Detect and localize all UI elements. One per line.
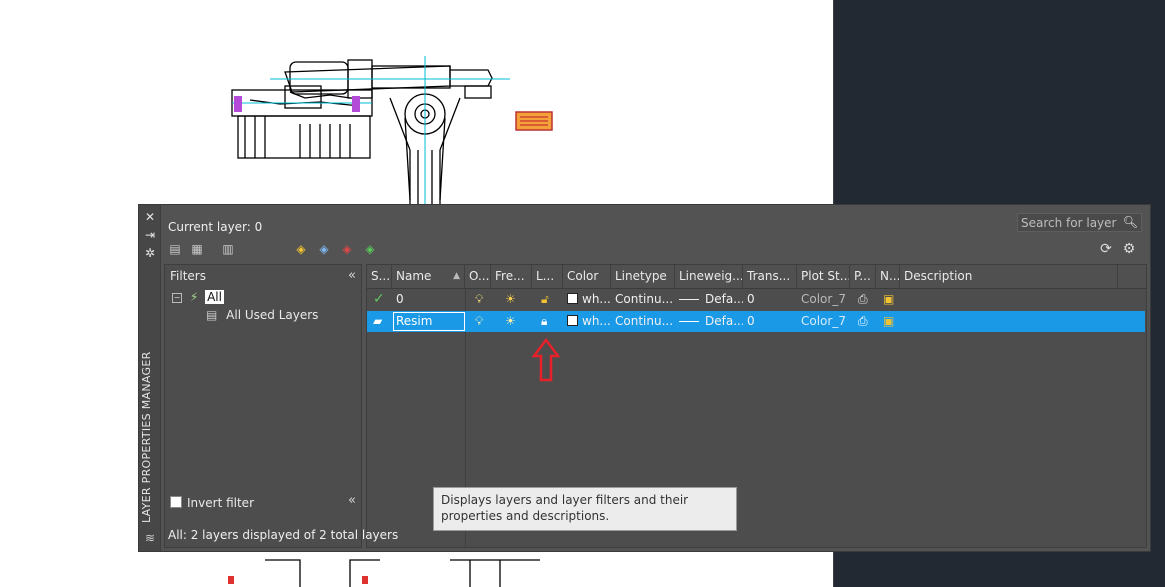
filter-tree: − ⚡︎ All ▤ All Used Layers (165, 287, 361, 487)
col-linetype[interactable]: Linetype (611, 265, 675, 288)
layer-row-0[interactable]: ✓ 0 💡︎ ☀ 🔓︎ wh... Continu... Defa... 0 C… (367, 289, 1145, 310)
lineweight-value: Defa... (705, 314, 743, 328)
unlocked-icon[interactable]: 🔓︎ (537, 289, 561, 310)
layer-status-icon: ▰ (373, 314, 383, 328)
on-bulb-icon[interactable]: 💡︎ (471, 311, 491, 332)
col-name[interactable]: Name ▲ (392, 265, 465, 288)
palette-title: LAYER PROPERTIES MANAGER (140, 351, 153, 523)
layer-states-manager-icon[interactable]: ▥ (219, 241, 237, 257)
plot-printer-icon[interactable]: ⎙ (854, 289, 874, 310)
col-on[interactable]: O... (465, 265, 491, 288)
col-transparency[interactable]: Trans... (743, 265, 797, 288)
col-freeze[interactable]: Fre... (491, 265, 532, 288)
filters-pane: Filters « − ⚡︎ All ▤ All Used Layers Inv… (164, 264, 362, 548)
current-layer-check-icon: ✓ (373, 291, 385, 307)
collapse-node-icon[interactable]: − (172, 293, 182, 303)
plot-printer-icon[interactable]: ⎙ (854, 311, 874, 332)
tree-label-used-layers[interactable]: All Used Layers (226, 308, 318, 322)
current-layer-label: Current layer: 0 (168, 220, 263, 234)
color-swatch (567, 293, 578, 304)
delete-layer-icon[interactable]: ◈ (338, 241, 356, 257)
search-input[interactable] (1018, 214, 1129, 231)
layer-color[interactable]: wh... (563, 311, 611, 332)
layer-plot-style: Color_7 (801, 314, 846, 328)
col-name-label: Name (396, 269, 432, 283)
layer-name-edit-field[interactable]: Resim (393, 312, 465, 331)
layer-list-header: S... Name ▲ O... Fre... L... Color Linety… (367, 265, 1146, 289)
red-up-arrow-annotation (531, 338, 561, 382)
invert-filter-checkbox[interactable]: Invert filter (170, 496, 254, 510)
col-plot-style[interactable]: Plot St... (797, 265, 850, 288)
new-property-filter-icon[interactable]: ▤ (166, 241, 184, 257)
layer-lineweight[interactable]: Defa... (675, 311, 743, 332)
layer-row-1[interactable]: ▰ Resim 💡︎ ☀ 🔒︎ wh... Continu... Defa...… (367, 311, 1145, 332)
invert-filter-label: Invert filter (187, 496, 254, 510)
search-icon[interactable]: 🔍︎ (1123, 215, 1138, 229)
layer-transparency[interactable]: 0 (743, 289, 797, 310)
collapse-bottom-icon[interactable]: « (348, 493, 356, 508)
color-name: wh... (582, 314, 611, 328)
layer-linetype[interactable]: Continu... (611, 289, 675, 310)
layer-name[interactable]: 0 (392, 289, 465, 310)
lineweight-sample (679, 299, 699, 300)
close-icon[interactable]: ✕ (143, 210, 157, 224)
lineweight-sample (679, 321, 699, 322)
color-name: wh... (582, 292, 611, 306)
col-status[interactable]: S... (367, 265, 392, 288)
new-group-filter-icon[interactable]: ▦ (188, 241, 206, 257)
status-bar-text: All: 2 layers displayed of 2 total layer… (168, 528, 399, 542)
layers-stack-icon: ≋ (144, 531, 156, 545)
auto-hide-icon[interactable]: ⇥ (143, 228, 157, 242)
search-box[interactable]: 🔍︎ (1017, 213, 1142, 232)
col-description[interactable]: Description (900, 265, 1118, 288)
tree-node-all[interactable]: − ⚡︎ All (172, 290, 224, 304)
thaw-sun-icon[interactable]: ☀ (501, 289, 531, 310)
col-plot[interactable]: P... (850, 265, 876, 288)
filters-title: Filters (170, 269, 206, 283)
col-color[interactable]: Color (563, 265, 611, 288)
tree-label-all[interactable]: All (205, 290, 224, 304)
sort-asc-icon: ▲ (453, 271, 460, 281)
all-filter-icon: ⚡︎ (189, 290, 199, 304)
layer-color[interactable]: wh... (563, 289, 611, 310)
properties-icon[interactable]: ✲ (143, 246, 157, 260)
used-layers-filter-icon: ▤ (206, 308, 218, 322)
filters-header: Filters « (165, 265, 361, 287)
layer-linetype[interactable]: Continu... (611, 311, 675, 332)
thaw-sun-icon[interactable]: ☀ (501, 311, 531, 332)
collapse-filters-icon[interactable]: « (348, 265, 356, 287)
color-swatch (567, 315, 578, 326)
tooltip: Displays layers and layer filters and th… (433, 487, 737, 531)
new-vp-freeze-icon[interactable]: ▣ (879, 311, 899, 332)
palette-titlebar[interactable]: ✕ ⇥ ✲ LAYER PROPERTIES MANAGER ≋ (139, 205, 161, 551)
layer-plot-style: Color_7 (801, 292, 846, 306)
col-new-vp-freeze[interactable]: N... (876, 265, 900, 288)
layer-lineweight[interactable]: Defa... (675, 289, 743, 310)
col-lock[interactable]: L... (532, 265, 563, 288)
new-layer-vp-frozen-icon[interactable]: ◈ (315, 241, 333, 257)
tree-node-used-layers[interactable]: ▤ All Used Layers (206, 308, 318, 322)
settings-gear-icon[interactable]: ⚙ (1120, 240, 1138, 258)
on-bulb-icon[interactable]: 💡︎ (471, 289, 491, 310)
new-layer-icon[interactable]: ◈ (292, 241, 310, 257)
col-lineweight[interactable]: Lineweig... (675, 265, 743, 288)
layer-transparency[interactable]: 0 (743, 311, 797, 332)
invert-filter-box[interactable] (170, 496, 182, 508)
new-vp-freeze-icon[interactable]: ▣ (879, 289, 899, 310)
lineweight-value: Defa... (705, 292, 743, 306)
refresh-icon[interactable]: ⟳ (1097, 240, 1115, 258)
locked-icon[interactable]: 🔒︎ (537, 311, 561, 332)
set-current-icon[interactable]: ◈ (361, 241, 379, 257)
